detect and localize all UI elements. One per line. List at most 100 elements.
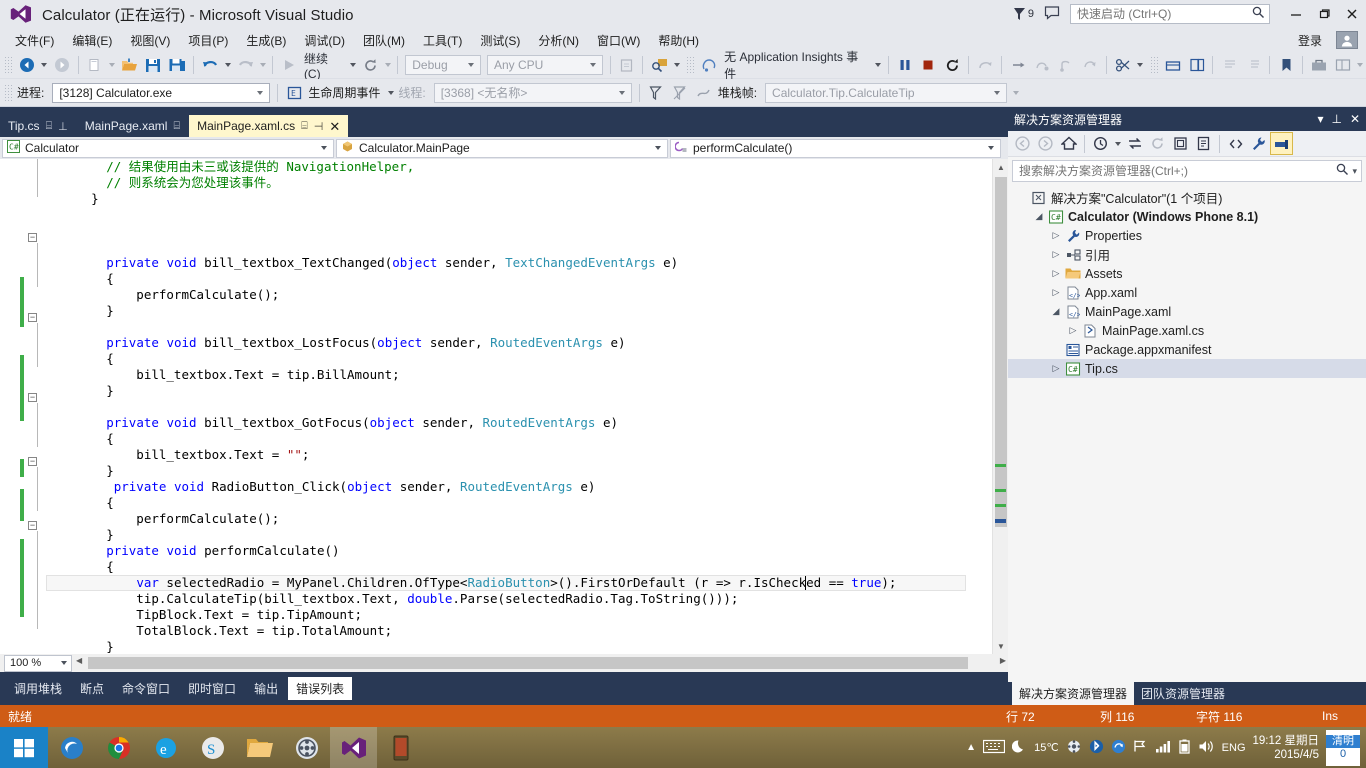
- taskbar-media-player[interactable]: [283, 727, 330, 768]
- solution-explorer-search[interactable]: ▾: [1012, 160, 1362, 182]
- debug-toolbar-overflow[interactable]: [1010, 82, 1021, 104]
- flag-thread-button[interactable]: [645, 82, 667, 104]
- expander-icon[interactable]: ▷: [1048, 249, 1064, 260]
- tree-item-calculator-windows-phone-8.1-[interactable]: ◢ C# Calculator (Windows Phone 8.1): [1008, 207, 1366, 226]
- ime-indicator[interactable]: 清明 0: [1326, 729, 1360, 766]
- taskbar-phone-emulator[interactable]: [377, 727, 424, 768]
- scroll-left-arrow[interactable]: ◀: [76, 656, 82, 665]
- uncomment-selection-button[interactable]: [1242, 54, 1264, 76]
- pin-icon[interactable]: ⊥: [58, 120, 68, 133]
- code-editor[interactable]: − − − − − // 结果使用由未三或该提供的 NavigationHelp…: [0, 159, 1008, 654]
- pin-icon[interactable]: ⊥: [1331, 112, 1341, 126]
- document-tab-tip-cs[interactable]: Tip.cs ⌸ ⊥: [0, 115, 76, 137]
- document-tab-mainpage-xaml[interactable]: MainPage.xaml ⌸: [76, 115, 189, 137]
- taskbar-clock[interactable]: 19:12 星期日 2015/4/5: [1253, 734, 1319, 762]
- application-insights-label[interactable]: 无 Application Insights 事件: [721, 48, 872, 82]
- tree-item--calculator-1-[interactable]: 解决方案"Calculator"(1 个项目): [1008, 188, 1366, 207]
- taskbar-skype[interactable]: S: [189, 727, 236, 768]
- scroll-up-arrow[interactable]: ▲: [993, 159, 1009, 175]
- menu-window[interactable]: 窗口(W): [588, 29, 649, 52]
- code-text[interactable]: // 结果使用由未三或该提供的 NavigationHelper, // 则系统…: [46, 159, 896, 654]
- new-project-button[interactable]: [84, 54, 106, 76]
- undo-button[interactable]: [199, 54, 221, 76]
- maximize-button[interactable]: [1310, 0, 1338, 28]
- flag-icon[interactable]: [1133, 739, 1148, 756]
- properties-window-button[interactable]: [1332, 54, 1354, 76]
- moon-icon[interactable]: [1011, 739, 1027, 757]
- tree-item-properties[interactable]: ▷ Properties: [1008, 226, 1366, 245]
- editor-vertical-scrollbar[interactable]: ▲ ▼: [992, 159, 1008, 654]
- tab-error-list[interactable]: 错误列表: [288, 677, 353, 700]
- pending-changes-icon[interactable]: [1090, 133, 1111, 154]
- start-debugging-button[interactable]: [278, 54, 300, 76]
- menu-edit[interactable]: 编辑(E): [63, 29, 121, 52]
- refresh-icon[interactable]: [1147, 133, 1168, 154]
- application-insights-dropdown[interactable]: [873, 54, 884, 76]
- restart-dropdown[interactable]: [382, 54, 393, 76]
- lifecycle-events-icon[interactable]: E: [283, 82, 305, 104]
- collapse-all-icon[interactable]: [1170, 133, 1191, 154]
- wrench-icon[interactable]: [1248, 133, 1269, 154]
- editor-horizontal-scrollbar[interactable]: ◀ ▶: [74, 655, 1008, 671]
- signal-icon[interactable]: [1066, 739, 1082, 757]
- account-avatar[interactable]: [1336, 31, 1358, 49]
- find-dropdown[interactable]: [671, 54, 682, 76]
- step-next-button[interactable]: [1079, 54, 1101, 76]
- properties-icon[interactable]: [1193, 133, 1214, 154]
- taskbar-file-explorer[interactable]: [236, 727, 283, 768]
- notification-flag[interactable]: 9: [1013, 7, 1034, 21]
- break-all-button[interactable]: [894, 54, 916, 76]
- lifecycle-events-dropdown[interactable]: [385, 82, 396, 104]
- restart-debugging-button[interactable]: [941, 54, 963, 76]
- show-next-statement-button[interactable]: [974, 54, 996, 76]
- battery-icon[interactable]: [1178, 739, 1191, 757]
- bookmark-button[interactable]: [1275, 54, 1297, 76]
- continue-button-label[interactable]: 继续(C): [301, 50, 348, 81]
- vertical-scroll-thumb[interactable]: [995, 177, 1007, 527]
- menu-project[interactable]: 项目(P): [179, 29, 237, 52]
- undo-dropdown[interactable]: [222, 54, 233, 76]
- restart-button[interactable]: [359, 54, 381, 76]
- toggle-live-visual-tree-button[interactable]: [1162, 54, 1184, 76]
- menu-debug[interactable]: 调试(D): [295, 29, 354, 52]
- menu-build[interactable]: 生成(B): [237, 29, 295, 52]
- step-into-button[interactable]: [1007, 54, 1029, 76]
- stackframe-combo[interactable]: Calculator.Tip.CalculateTip: [765, 82, 1008, 103]
- panel-menu-icon[interactable]: ▾: [1317, 112, 1323, 126]
- thread-combo[interactable]: [3368] <无名称>: [433, 82, 632, 103]
- debug-toolbar-grip[interactable]: [4, 83, 12, 102]
- forward-icon[interactable]: [1035, 133, 1056, 154]
- feedback-icon[interactable]: [1044, 5, 1060, 23]
- solution-configuration-combo[interactable]: Debug: [405, 55, 481, 75]
- toolbar-grip[interactable]: [4, 56, 12, 74]
- volume-icon[interactable]: [1198, 739, 1215, 757]
- fold-toggle[interactable]: −: [28, 521, 37, 530]
- pin-icon[interactable]: ⊣: [314, 120, 324, 133]
- toolbox-button[interactable]: [1308, 54, 1330, 76]
- taskbar-internet-explorer[interactable]: e: [142, 727, 189, 768]
- signin-link[interactable]: 登录: [1292, 30, 1328, 51]
- minimize-button[interactable]: [1282, 0, 1310, 28]
- close-tab-icon[interactable]: ✕: [329, 120, 340, 133]
- menu-tools[interactable]: 工具(T): [414, 29, 471, 52]
- save-button[interactable]: [143, 54, 165, 76]
- fold-toggle[interactable]: −: [28, 457, 37, 466]
- redo-dropdown[interactable]: [257, 54, 268, 76]
- solution-platform-combo[interactable]: Any CPU: [486, 55, 603, 75]
- debug-settings-dropdown[interactable]: [1135, 54, 1146, 76]
- tab-breakpoints[interactable]: 断点: [72, 677, 112, 700]
- close-button[interactable]: [1338, 0, 1366, 28]
- search-options-dropdown[interactable]: ▾: [1352, 166, 1357, 177]
- redo-button[interactable]: [234, 54, 256, 76]
- tree-item-package.appxmanifest[interactable]: Package.appxmanifest: [1008, 340, 1366, 359]
- process-combo[interactable]: [3128] Calculator.exe: [52, 82, 271, 103]
- member-combo[interactable]: performCalculate(): [670, 138, 1001, 158]
- step-over-button[interactable]: [1031, 54, 1053, 76]
- close-icon[interactable]: ✕: [1350, 112, 1360, 126]
- new-project-dropdown[interactable]: [107, 54, 118, 76]
- fold-toggle[interactable]: −: [28, 393, 37, 402]
- outlining-gutter[interactable]: − − − − −: [28, 159, 46, 654]
- back-icon[interactable]: [1012, 133, 1033, 154]
- document-tab-mainpage-xaml-cs[interactable]: MainPage.xaml.cs ⌸ ⊣ ✕: [189, 115, 349, 137]
- open-file-button[interactable]: [119, 54, 141, 76]
